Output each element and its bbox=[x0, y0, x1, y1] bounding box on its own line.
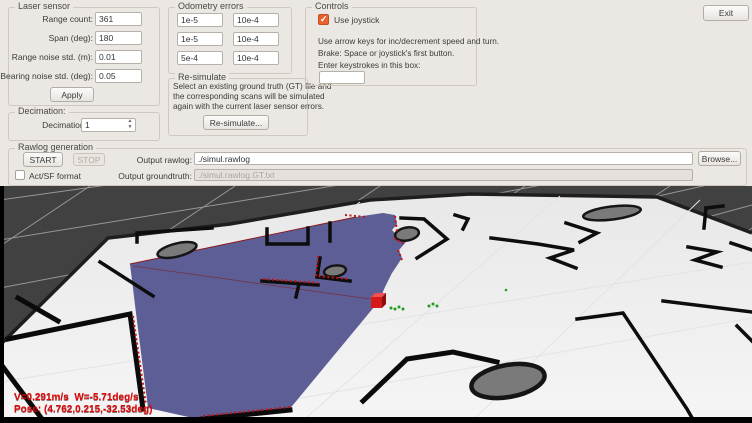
bearing-noise-label: Bearing noise std. (deg): bbox=[0, 71, 93, 81]
rawlog-generation-group: Rawlog generation START STOP Output rawl… bbox=[8, 148, 747, 186]
odometry-errors-group-title: Odometry errors bbox=[175, 1, 247, 11]
laser-sensor-group: Laser sensor Range count: Span (deg): Ra… bbox=[8, 7, 160, 106]
control-panel: Laser sensor Range count: Span (deg): Ra… bbox=[0, 0, 752, 187]
decimation-group: Decimation: Decimation: ▲ ▼ bbox=[8, 112, 160, 141]
resimulate-group: Re-simulate Select an existing ground tr… bbox=[168, 78, 308, 136]
controls-text-line2: Brake: Space or joystick's first button. bbox=[318, 49, 454, 58]
odometry-input-r3c1[interactable] bbox=[177, 51, 223, 65]
range-noise-input[interactable] bbox=[95, 50, 142, 64]
resimulate-group-title: Re-simulate bbox=[175, 72, 229, 82]
laser-sensor-group-title: Laser sensor bbox=[15, 1, 73, 11]
odometry-errors-group: Odometry errors bbox=[168, 7, 292, 74]
range-count-label: Range count: bbox=[42, 14, 93, 24]
hud-pose-text: Pose: (4.762,0.215,-32.53deg) bbox=[14, 404, 152, 415]
odometry-input-r2c2[interactable] bbox=[233, 32, 279, 46]
span-deg-label: Span (deg): bbox=[49, 33, 93, 43]
stop-button[interactable]: STOP bbox=[73, 153, 105, 166]
actsf-label: Act/SF format bbox=[29, 171, 81, 181]
start-button[interactable]: START bbox=[23, 152, 63, 167]
rawlog-group-title: Rawlog generation bbox=[15, 142, 96, 152]
odometry-input-r1c1[interactable] bbox=[177, 13, 223, 27]
simulation-viewport[interactable]: V=0.291m/s W=-5.71deg/s Pose: (4.762,0.2… bbox=[0, 186, 752, 423]
output-rawlog-input[interactable] bbox=[194, 152, 693, 165]
bearing-noise-input[interactable] bbox=[95, 69, 142, 83]
output-groundtruth-label: Output groundtruth: bbox=[118, 171, 192, 181]
output-groundtruth-input bbox=[194, 169, 693, 181]
range-count-input[interactable] bbox=[95, 12, 142, 26]
use-joystick-label: Use joystick bbox=[334, 15, 379, 25]
gridmap-3d-scene bbox=[0, 186, 752, 423]
exit-button[interactable]: Exit bbox=[703, 5, 749, 21]
apply-button[interactable]: Apply bbox=[50, 87, 94, 102]
controls-group: Controls ✓ Use joystick Use arrow keys f… bbox=[305, 7, 477, 86]
odometry-input-r1c2[interactable] bbox=[233, 13, 279, 27]
keystroke-input[interactable] bbox=[319, 71, 365, 84]
odometry-input-r2c1[interactable] bbox=[177, 32, 223, 46]
browse-button[interactable]: Browse... bbox=[698, 151, 741, 166]
controls-text-line1: Use arrow keys for inc/decrement speed a… bbox=[318, 37, 499, 46]
resimulate-text-line3: again with the current laser sensor erro… bbox=[173, 102, 324, 111]
decimation-spinner[interactable]: ▲ ▼ bbox=[125, 119, 135, 130]
span-deg-input[interactable] bbox=[95, 31, 142, 45]
checkmark-icon: ✓ bbox=[320, 15, 328, 24]
controls-group-title: Controls bbox=[312, 1, 352, 11]
hud-velocity-text: V=0.291m/s W=-5.71deg/s bbox=[14, 392, 139, 403]
viewport-left-edge bbox=[0, 186, 4, 423]
spinner-down-icon[interactable]: ▼ bbox=[128, 125, 133, 130]
resimulate-text-line2: the corresponding scans will be simulate… bbox=[173, 92, 325, 101]
robot-marker bbox=[371, 293, 386, 308]
output-rawlog-label: Output rawlog: bbox=[137, 155, 192, 165]
range-noise-label: Range noise std. (m): bbox=[12, 52, 93, 62]
robot-body bbox=[371, 297, 382, 308]
resimulate-button[interactable]: Re-simulate... bbox=[203, 115, 269, 130]
decimation-group-title: Decimation: bbox=[15, 106, 69, 116]
viewport-bottom-edge bbox=[0, 417, 752, 423]
odometry-input-r3c2[interactable] bbox=[233, 51, 279, 65]
actsf-checkbox[interactable]: ✓ bbox=[15, 170, 25, 180]
simulator-window: Laser sensor Range count: Span (deg): Ra… bbox=[0, 0, 752, 423]
controls-text-line3: Enter keystrokes in this box: bbox=[318, 61, 420, 70]
use-joystick-checkbox[interactable]: ✓ bbox=[318, 14, 329, 25]
